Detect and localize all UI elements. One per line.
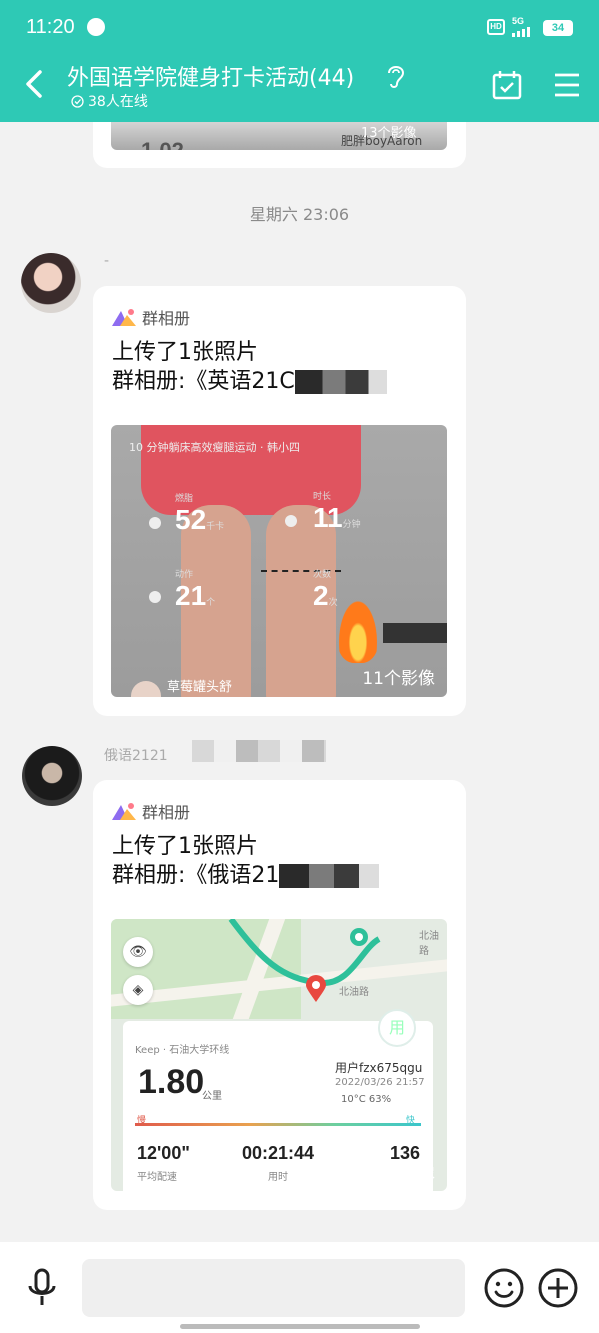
workout-photo[interactable]: 10 分钟躺床高效瘦腿运动 · 韩小四 燃脂 52千卡 时长 11分钟 动作 2… xyxy=(111,425,447,697)
run-route xyxy=(228,919,381,987)
album-icon xyxy=(112,803,136,820)
chat-header: 11:20 HD 5G 34 外国语学院健身打卡活动(44) 38人在线 xyxy=(0,0,599,122)
run-record-photo[interactable]: 北油路 北油路 👁 ◈ 用 Keep · 石油大学环线 1.80 公里 用户fz… xyxy=(111,919,447,1191)
emoji-icon[interactable] xyxy=(483,1267,525,1309)
message-line-2: 群相册:《英语21C xyxy=(112,369,295,394)
layers-icon[interactable]: ◈ xyxy=(123,975,153,1005)
hd-badge: HD xyxy=(487,19,505,35)
notification-icon xyxy=(87,18,105,36)
stat-duration: 时长 11分钟 xyxy=(313,492,361,533)
menu-icon[interactable] xyxy=(553,72,581,98)
run-source: Keep · 石油大学环线 xyxy=(135,1045,230,1056)
album-header: 群相册 xyxy=(112,799,190,823)
sender-name: 俄语2121 xyxy=(104,748,168,764)
end-marker-icon xyxy=(306,975,326,1002)
image-count: 8个影像 xyxy=(373,1163,435,1183)
album-label: 群相册 xyxy=(142,803,191,822)
duration-label: 用时 xyxy=(268,1172,288,1183)
album-header: 群相册 xyxy=(112,305,190,329)
run-user: 用户fzx675qgu xyxy=(335,1061,423,1075)
battery-icon: 34 xyxy=(543,20,573,36)
previous-photo[interactable]: 1.02 13个影像 肥胖boyAaron xyxy=(111,122,447,150)
stat-moves: 动作 21个 xyxy=(175,570,216,611)
uploader-avatar xyxy=(131,681,161,697)
sender-name: - xyxy=(104,253,110,269)
network-type: 5G xyxy=(512,16,525,26)
album-icon xyxy=(112,309,136,326)
run-weather: 10°C 63% xyxy=(341,1094,392,1105)
run-distance: 1.80 xyxy=(138,1063,205,1101)
avatar[interactable] xyxy=(21,253,81,313)
flame-icon xyxy=(149,517,161,529)
chat-title[interactable]: 外国语学院健身打卡活动(44) xyxy=(67,60,354,92)
workout-caption: 10 分钟躺床高效瘦腿运动 · 韩小四 xyxy=(129,441,300,454)
microphone-icon[interactable] xyxy=(26,1268,58,1308)
previous-photo-value: 1.02 xyxy=(141,138,184,150)
image-count: 11个影像 xyxy=(362,669,435,689)
pace-label: 平均配速 xyxy=(137,1172,177,1183)
add-icon[interactable] xyxy=(537,1267,579,1309)
eye-icon[interactable]: 👁 xyxy=(123,937,153,967)
distance-unit: 公里 xyxy=(202,1091,222,1102)
photo-uploader: 草莓罐头舒 xyxy=(167,680,233,695)
message-input[interactable] xyxy=(82,1259,465,1317)
album-label: 群相册 xyxy=(142,309,191,328)
online-status: 38人在线 xyxy=(71,91,148,111)
previous-message-card[interactable]: 1.02 13个影像 肥胖boyAaron xyxy=(93,122,466,168)
message-timestamp: 星期六 23:06 xyxy=(249,205,350,224)
road-label: 北油路 xyxy=(419,931,439,957)
online-count: 38人在线 xyxy=(88,94,148,110)
run-pace: 12'00" xyxy=(137,1143,190,1163)
message-text: 上传了1张照片 群相册:《英语21C xyxy=(112,338,387,396)
calendar-check-icon[interactable] xyxy=(491,69,523,101)
message-input-bar xyxy=(0,1242,599,1333)
ear-icon[interactable] xyxy=(383,61,407,89)
signal-icon: 5G xyxy=(512,16,538,37)
online-check-icon xyxy=(71,94,84,108)
bolt-icon xyxy=(149,591,161,603)
status-time: 11:20 xyxy=(26,16,75,38)
start-marker-icon xyxy=(350,928,368,946)
redaction-mask xyxy=(192,740,326,762)
back-arrow-icon[interactable] xyxy=(22,68,48,100)
message-text: 上传了1张照片 群相册:《俄语21 xyxy=(112,832,380,890)
speed-gradient-bar xyxy=(135,1123,421,1126)
home-indicator[interactable] xyxy=(180,1324,420,1329)
message-line-1: 上传了1张照片 xyxy=(112,340,258,365)
clock-icon xyxy=(285,515,297,527)
message-line-1: 上传了1张照片 xyxy=(112,834,258,859)
stat-calories: 燃脂 52千卡 xyxy=(175,494,225,535)
road-label: 北油路 xyxy=(339,987,369,998)
user-avatar: 用 xyxy=(378,1009,416,1047)
fire-icon xyxy=(336,595,380,663)
run-date: 2022/03/26 21:57 xyxy=(335,1077,425,1088)
message-line-2: 群相册:《俄语21 xyxy=(112,863,280,888)
avatar[interactable] xyxy=(22,746,82,806)
album-message-card[interactable]: 群相册 上传了1张照片 群相册:《俄语21 北油路 北油路 👁 ◈ 用 Keep… xyxy=(93,780,466,1210)
run-duration: 00:21:44 xyxy=(242,1143,315,1163)
stat-count: 次数 2次 xyxy=(313,570,338,611)
previous-uploader: 肥胖boyAaron xyxy=(341,134,423,148)
album-message-card[interactable]: 群相册 上传了1张照片 群相册:《英语21C 10 分钟躺床高效瘦腿运动 · 韩… xyxy=(93,286,466,716)
redaction-mask xyxy=(279,864,380,888)
status-bar: 11:20 HD 5G 34 xyxy=(0,0,599,56)
redaction-mask xyxy=(294,370,387,394)
